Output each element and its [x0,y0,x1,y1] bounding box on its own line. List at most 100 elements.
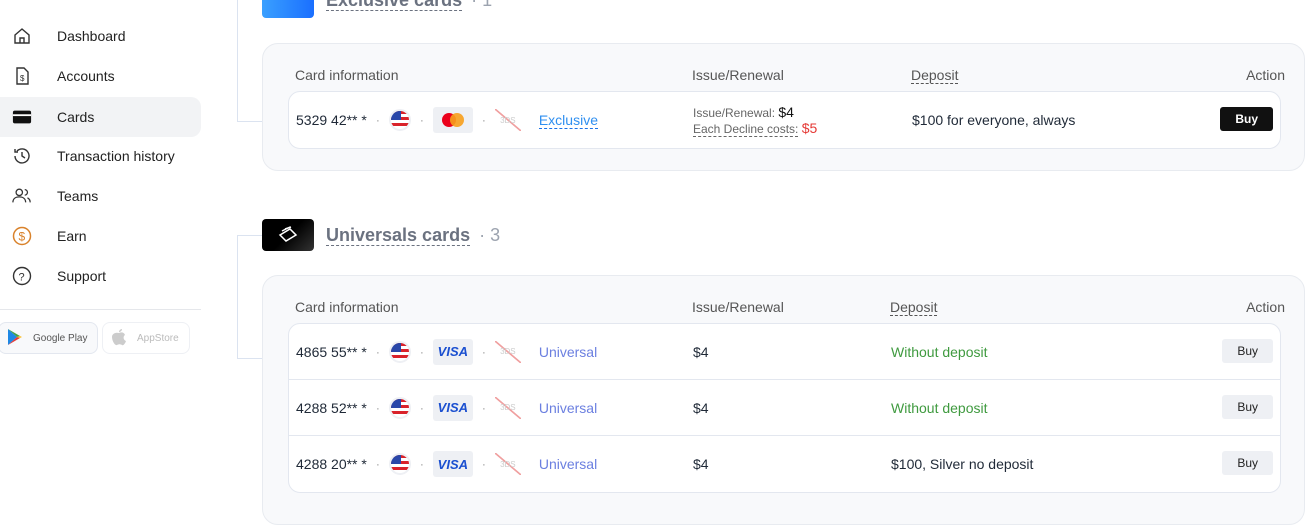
tree-line [237,235,238,358]
visa-icon: VISA [432,338,473,365]
sidebar-item-earn[interactable]: $ Earn [0,216,201,256]
us-flag-icon [388,396,411,419]
deposit-value: $100, Silver no deposit [891,456,1034,472]
card-number: 4288 52** * [296,399,367,416]
separator: · [419,457,424,471]
issue-value: $4 [693,399,709,416]
table-row: 5329 42** * · · · 3DS Exclusive Issue/Re… [289,92,1280,148]
separator: · [419,344,424,359]
card-number: 4288 20** * [296,456,367,472]
no-3ds-icon: 3DS [494,109,521,131]
sidebar-item-support[interactable]: ? Support [0,256,201,296]
decline-value: $5 [801,120,818,136]
decline-label[interactable]: Each Decline costs: [693,122,799,137]
sidebar-item-accounts[interactable]: $ Accounts [0,56,201,96]
separator: · [481,400,486,415]
buy-button[interactable]: Buy [1222,339,1273,363]
no-3ds-icon: 3DS [494,396,521,419]
separator: · [481,113,486,127]
rows: 5329 42** * · · · 3DS Exclusive Issue/Re… [288,91,1281,149]
universal-cards-icon [262,219,314,251]
table-row: 4865 55** * · · VISA · 3DS Universal $4 … [289,324,1280,380]
svg-text:?: ? [19,272,25,284]
section-count: · 1 [466,0,493,10]
sidebar-item-label: Earn [57,228,87,244]
buy-button[interactable]: Buy [1222,395,1273,419]
help-icon: ? [12,266,32,286]
universal-section-title[interactable]: Universals cards · 3 [326,225,500,246]
no-3ds-icon: 3DS [494,340,521,363]
card-type: Universal [538,456,598,472]
separator: · [419,400,424,415]
sidebar-item-label: Teams [57,188,99,204]
visa-icon: VISA [432,451,473,477]
svg-text:$: $ [19,230,26,244]
sidebar: Dashboard $ Accounts Cards Transaction h… [0,0,205,513]
rows: 4865 55** * · · VISA · 3DS Universal $4 … [288,323,1281,493]
google-play-icon [7,328,23,349]
separator: · [481,344,486,359]
card-number: 5329 42** * [296,112,367,128]
google-play-button[interactable]: Google Play [0,322,98,354]
header-action: Action [1246,299,1285,315]
mastercard-icon [432,107,473,133]
header-card-info: Card information [295,299,399,315]
divider [0,309,201,310]
appstore-button[interactable]: AppStore [102,322,190,354]
us-flag-icon [388,109,411,131]
deposit-value: Without deposit [891,399,988,416]
card-number: 4865 55** * [296,343,367,360]
separator: · [375,344,380,359]
exclusive-cards-table: Card information Issue/Renewal Deposit A… [262,43,1305,171]
buy-button[interactable]: Buy [1222,451,1273,475]
header-issue: Issue/Renewal [692,67,784,83]
tree-line [237,358,262,359]
svg-text:$: $ [20,74,25,83]
header-deposit[interactable]: Deposit [911,67,959,84]
sidebar-item-cards[interactable]: Cards [0,97,201,137]
card-type: Universal [538,399,598,416]
separator: · [481,457,486,471]
exclusive-cards-icon [262,0,314,18]
history-icon [12,146,32,166]
sidebar-item-teams[interactable]: Teams [0,176,201,216]
tree-line [237,235,262,236]
sidebar-item-label: Cards [57,109,95,125]
separator: · [375,457,380,471]
issue-value: $4 [693,456,709,472]
tree-line [237,121,262,122]
appstore-label: AppStore [137,332,179,344]
google-play-label: Google Play [33,332,88,344]
sidebar-item-label: Transaction history [57,148,175,164]
section-count: · 3 [474,225,501,245]
table-row: 4288 52** * · · VISA · 3DS Universal $4 … [289,380,1280,436]
separator: · [419,113,424,127]
sidebar-item-transaction-history[interactable]: Transaction history [0,136,201,176]
separator: · [375,400,380,415]
header-deposit[interactable]: Deposit [890,299,938,316]
users-icon [12,186,32,206]
us-flag-icon [388,340,411,363]
sidebar-item-label: Dashboard [57,28,126,44]
document-dollar-icon: $ [12,66,32,86]
exclusive-section-title[interactable]: Exclusive cards · 1 [326,0,492,11]
sidebar-item-label: Accounts [57,68,115,84]
header-card-info: Card information [295,67,399,83]
card-type-link[interactable]: Exclusive [538,112,598,129]
buy-button[interactable]: Buy [1220,107,1273,131]
separator: · [375,113,380,127]
no-3ds-icon: 3DS [494,453,521,475]
home-icon [12,26,32,46]
header-action: Action [1246,67,1285,83]
deposit-value: $100 for everyone, always [912,112,1076,128]
table-row: 4288 20** * · · VISA · 3DS Universal $4 … [289,436,1280,492]
tree-line [237,0,238,122]
sidebar-item-dashboard[interactable]: Dashboard [0,16,201,56]
issue-value: $4 [778,104,794,120]
apple-icon [111,328,127,349]
visa-icon: VISA [432,394,473,421]
section-name: Universals cards [326,225,471,246]
coin-icon: $ [12,226,32,246]
universal-cards-table: Card information Issue/Renewal Deposit A… [262,275,1305,525]
card-icon [12,107,32,127]
